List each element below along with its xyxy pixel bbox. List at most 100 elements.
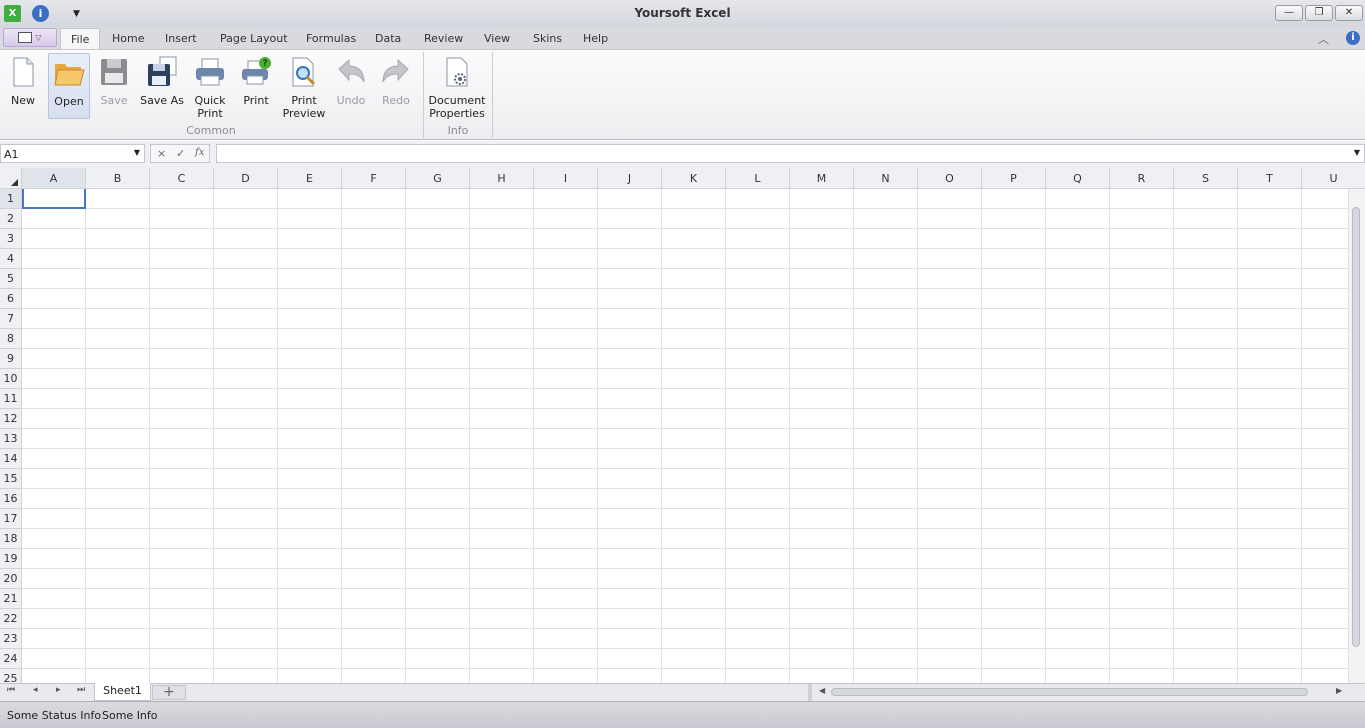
cell-H7[interactable] bbox=[470, 309, 534, 329]
cell-U11[interactable] bbox=[1302, 389, 1349, 409]
cell-F1[interactable] bbox=[342, 189, 406, 209]
cell-U23[interactable] bbox=[1302, 629, 1349, 649]
cell-Q22[interactable] bbox=[1046, 609, 1110, 629]
cell-O20[interactable] bbox=[918, 569, 982, 589]
cell-A4[interactable] bbox=[22, 249, 86, 269]
cell-D6[interactable] bbox=[214, 289, 278, 309]
cell-U9[interactable] bbox=[1302, 349, 1349, 369]
cell-H21[interactable] bbox=[470, 589, 534, 609]
column-header-G[interactable]: G bbox=[406, 168, 470, 189]
cell-N15[interactable] bbox=[854, 469, 918, 489]
cell-B15[interactable] bbox=[86, 469, 150, 489]
row-header-13[interactable]: 13 bbox=[0, 429, 22, 449]
row-header-22[interactable]: 22 bbox=[0, 609, 22, 629]
cell-A14[interactable] bbox=[22, 449, 86, 469]
cell-T19[interactable] bbox=[1238, 549, 1302, 569]
cell-U16[interactable] bbox=[1302, 489, 1349, 509]
cell-O23[interactable] bbox=[918, 629, 982, 649]
cell-K10[interactable] bbox=[662, 369, 726, 389]
cell-M5[interactable] bbox=[790, 269, 854, 289]
cell-B13[interactable] bbox=[86, 429, 150, 449]
cell-T16[interactable] bbox=[1238, 489, 1302, 509]
cell-O24[interactable] bbox=[918, 649, 982, 669]
cell-O10[interactable] bbox=[918, 369, 982, 389]
cell-C20[interactable] bbox=[150, 569, 214, 589]
cell-T14[interactable] bbox=[1238, 449, 1302, 469]
cell-A24[interactable] bbox=[22, 649, 86, 669]
cell-A11[interactable] bbox=[22, 389, 86, 409]
cell-G17[interactable] bbox=[406, 509, 470, 529]
cell-P25[interactable] bbox=[982, 669, 1046, 684]
cell-S22[interactable] bbox=[1174, 609, 1238, 629]
cell-Q24[interactable] bbox=[1046, 649, 1110, 669]
cell-R23[interactable] bbox=[1110, 629, 1174, 649]
cell-N25[interactable] bbox=[854, 669, 918, 684]
cell-P17[interactable] bbox=[982, 509, 1046, 529]
cell-J6[interactable] bbox=[598, 289, 662, 309]
scroll-left-icon[interactable]: ◀ bbox=[819, 686, 825, 695]
column-header-M[interactable]: M bbox=[790, 168, 854, 189]
cell-L3[interactable] bbox=[726, 229, 790, 249]
cell-J15[interactable] bbox=[598, 469, 662, 489]
cell-A2[interactable] bbox=[22, 209, 86, 229]
cell-A6[interactable] bbox=[22, 289, 86, 309]
cell-R1[interactable] bbox=[1110, 189, 1174, 209]
cell-E17[interactable] bbox=[278, 509, 342, 529]
cell-U10[interactable] bbox=[1302, 369, 1349, 389]
cell-U7[interactable] bbox=[1302, 309, 1349, 329]
cell-S7[interactable] bbox=[1174, 309, 1238, 329]
cell-E4[interactable] bbox=[278, 249, 342, 269]
cell-G12[interactable] bbox=[406, 409, 470, 429]
cell-J3[interactable] bbox=[598, 229, 662, 249]
cell-O19[interactable] bbox=[918, 549, 982, 569]
cell-S21[interactable] bbox=[1174, 589, 1238, 609]
cell-C11[interactable] bbox=[150, 389, 214, 409]
cell-R15[interactable] bbox=[1110, 469, 1174, 489]
cell-H8[interactable] bbox=[470, 329, 534, 349]
cell-F24[interactable] bbox=[342, 649, 406, 669]
cell-E2[interactable] bbox=[278, 209, 342, 229]
cell-D12[interactable] bbox=[214, 409, 278, 429]
cell-E20[interactable] bbox=[278, 569, 342, 589]
column-header-D[interactable]: D bbox=[214, 168, 278, 189]
sheet-tab[interactable]: Sheet1 bbox=[94, 683, 151, 701]
cell-O12[interactable] bbox=[918, 409, 982, 429]
cell-K2[interactable] bbox=[662, 209, 726, 229]
cell-P8[interactable] bbox=[982, 329, 1046, 349]
cell-E11[interactable] bbox=[278, 389, 342, 409]
cell-R11[interactable] bbox=[1110, 389, 1174, 409]
cell-A20[interactable] bbox=[22, 569, 86, 589]
restore-button[interactable]: ❐ bbox=[1305, 5, 1333, 21]
cell-J22[interactable] bbox=[598, 609, 662, 629]
cell-U25[interactable] bbox=[1302, 669, 1349, 684]
cell-U21[interactable] bbox=[1302, 589, 1349, 609]
cell-B5[interactable] bbox=[86, 269, 150, 289]
cell-K16[interactable] bbox=[662, 489, 726, 509]
cell-C17[interactable] bbox=[150, 509, 214, 529]
cell-N20[interactable] bbox=[854, 569, 918, 589]
tab-view[interactable]: View bbox=[474, 28, 520, 49]
row-header-4[interactable]: 4 bbox=[0, 249, 22, 269]
cell-A16[interactable] bbox=[22, 489, 86, 509]
cell-K14[interactable] bbox=[662, 449, 726, 469]
cell-F2[interactable] bbox=[342, 209, 406, 229]
cell-B11[interactable] bbox=[86, 389, 150, 409]
cell-U19[interactable] bbox=[1302, 549, 1349, 569]
cell-M12[interactable] bbox=[790, 409, 854, 429]
close-button[interactable]: ✕ bbox=[1335, 5, 1363, 21]
cell-I23[interactable] bbox=[534, 629, 598, 649]
cell-L11[interactable] bbox=[726, 389, 790, 409]
cell-C10[interactable] bbox=[150, 369, 214, 389]
cell-O18[interactable] bbox=[918, 529, 982, 549]
cell-M22[interactable] bbox=[790, 609, 854, 629]
cell-L8[interactable] bbox=[726, 329, 790, 349]
cell-C23[interactable] bbox=[150, 629, 214, 649]
cell-N6[interactable] bbox=[854, 289, 918, 309]
cell-C12[interactable] bbox=[150, 409, 214, 429]
redo-button[interactable]: Redo bbox=[374, 53, 418, 119]
cell-S14[interactable] bbox=[1174, 449, 1238, 469]
cell-A3[interactable] bbox=[22, 229, 86, 249]
cell-J17[interactable] bbox=[598, 509, 662, 529]
cell-Q23[interactable] bbox=[1046, 629, 1110, 649]
cell-O25[interactable] bbox=[918, 669, 982, 684]
